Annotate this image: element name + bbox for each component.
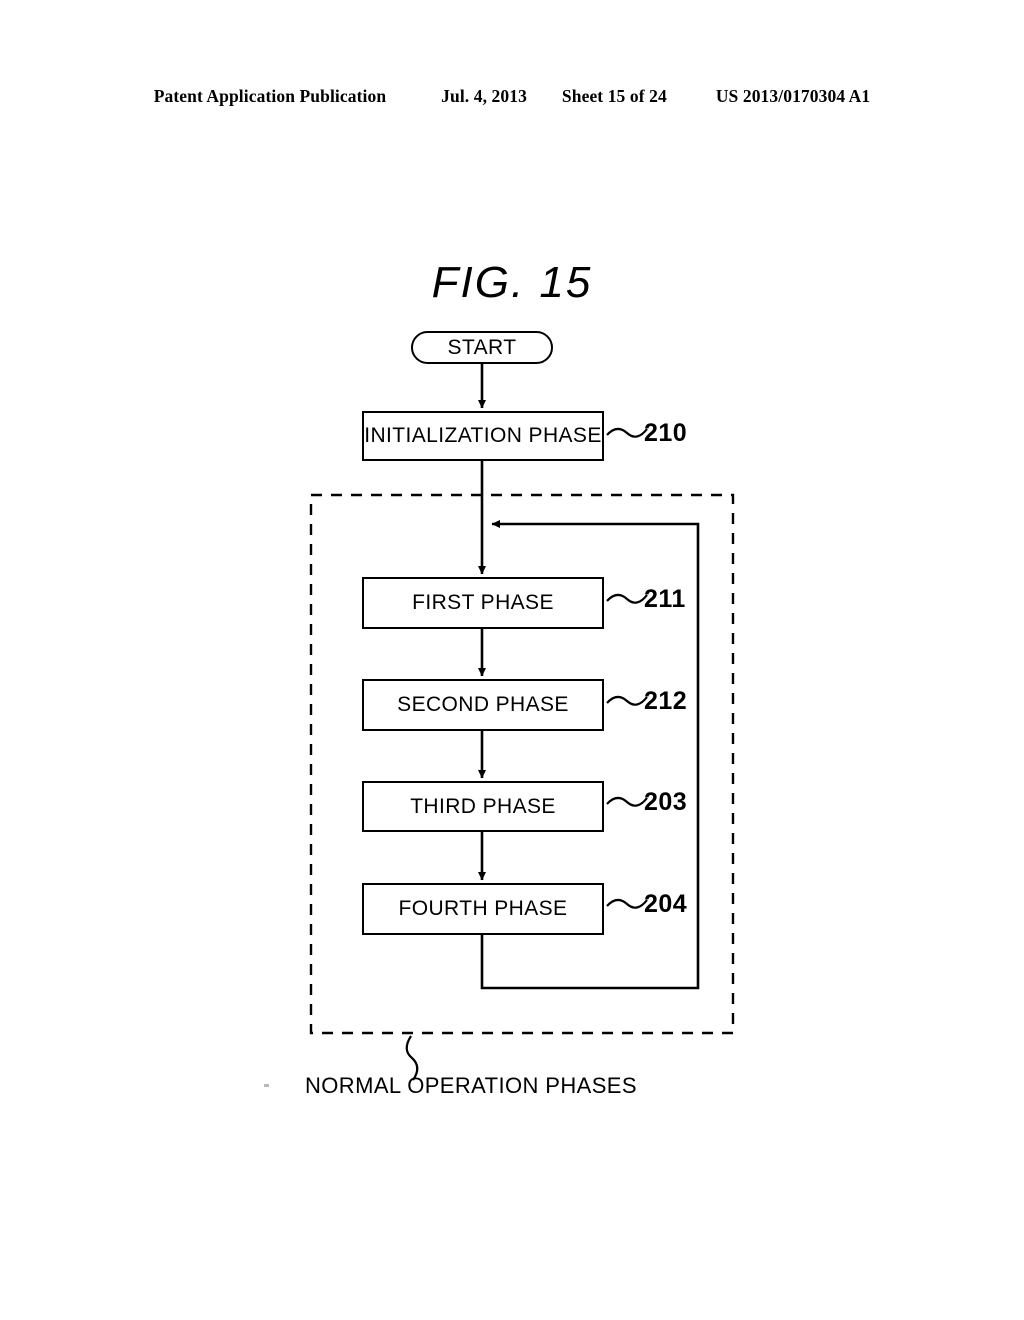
leader-line-203	[606, 796, 648, 807]
node-initialization-phase-label: INITIALIZATION PHASE	[364, 424, 602, 447]
leader-line-204	[606, 898, 648, 909]
reference-numeral-204: 204	[644, 890, 688, 918]
node-third-phase[interactable]: THIRD PHASE	[362, 781, 604, 832]
leader-line-211	[606, 593, 648, 604]
reference-numeral-203: 203	[644, 788, 688, 816]
node-first-phase-label: FIRST PHASE	[412, 591, 554, 614]
leader-line-212	[606, 695, 648, 706]
node-initialization-phase[interactable]: INITIALIZATION PHASE	[362, 411, 604, 461]
node-fourth-phase[interactable]: FOURTH PHASE	[362, 883, 604, 935]
normal-operation-phases-caption: NORMAL OPERATION PHASES	[305, 1073, 637, 1098]
flowchart-linework	[309, 363, 735, 1081]
node-second-phase-label: SECOND PHASE	[397, 693, 569, 716]
reference-numeral-212: 212	[644, 687, 688, 715]
leader-line-210	[606, 427, 648, 438]
reference-numeral-211: 211	[644, 585, 686, 613]
node-fourth-phase-label: FOURTH PHASE	[398, 897, 568, 920]
normal-operation-phases-group-boundary	[309, 493, 735, 1035]
scan-speck	[264, 1084, 269, 1087]
node-start[interactable]: START	[411, 331, 553, 364]
node-third-phase-label: THIRD PHASE	[410, 794, 556, 818]
reference-numeral-210: 210	[644, 419, 688, 447]
node-start-label: START	[447, 335, 517, 359]
node-first-phase[interactable]: FIRST PHASE	[362, 577, 604, 629]
node-second-phase[interactable]: SECOND PHASE	[362, 679, 604, 731]
